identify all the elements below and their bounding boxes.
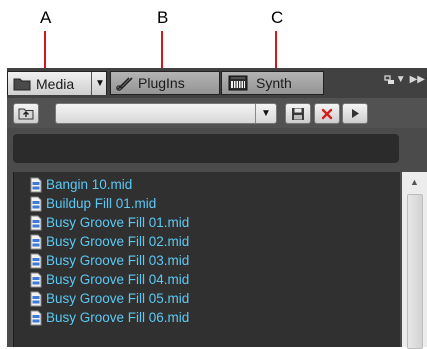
midi-file-icon (30, 253, 42, 268)
list-item[interactable]: Busy Groove Fill 05.mid (29, 289, 189, 308)
midi-file-icon (30, 291, 42, 306)
midi-file-icon (30, 310, 42, 325)
tab-media[interactable]: Media ▼ (7, 71, 107, 95)
midi-file-icon (30, 196, 42, 211)
file-name: Busy Groove Fill 01.mid (46, 215, 190, 230)
file-list[interactable]: Bangin 10.mid Buildup Fill 01.mid Busy G… (13, 172, 400, 347)
callout-a-label: A (40, 8, 52, 27)
file-name: Busy Groove Fill 02.mid (46, 234, 190, 249)
list-item[interactable]: Busy Groove Fill 06.mid (29, 308, 189, 327)
midi-file-icon (30, 234, 42, 249)
file-name: Busy Groove Fill 03.mid (46, 253, 190, 268)
overflow-arrows-icon: ▶▶ (409, 74, 425, 85)
midi-file-icon (30, 215, 42, 230)
tab-plugins[interactable]: PlugIns (110, 71, 220, 95)
browser-toolbar: ▼ (7, 98, 427, 128)
content-location-value (56, 106, 60, 120)
path-field (13, 134, 399, 163)
midi-file-icon (30, 177, 42, 192)
chevron-down-icon: ▼ (395, 74, 406, 85)
list-item[interactable]: Busy Groove Fill 04.mid (29, 270, 189, 289)
midi-file-icon (30, 272, 42, 287)
list-item[interactable]: Bangin 10.mid (29, 175, 132, 194)
scroll-up-icon[interactable]: ▲ (402, 174, 427, 190)
list-item[interactable]: Busy Groove Fill 01.mid (29, 213, 189, 232)
file-name: Bangin 10.mid (46, 177, 133, 192)
file-name: Busy Groove Fill 04.mid (46, 272, 190, 287)
list-item[interactable]: Buildup Fill 01.mid (29, 194, 156, 213)
folder-icon (13, 78, 31, 90)
tab-plugins-label: PlugIns (138, 75, 185, 91)
tab-synth[interactable]: Synth (221, 71, 324, 95)
tab-synth-label: Synth (256, 75, 292, 91)
close-icon (321, 108, 333, 119)
content-location-dropdown[interactable]: ▼ (55, 103, 277, 124)
up-folder-button[interactable] (13, 103, 39, 124)
play-icon (352, 109, 359, 118)
up-folder-icon (18, 108, 34, 120)
chevron-down-icon[interactable]: ▼ (91, 72, 108, 95)
list-item[interactable]: Busy Groove Fill 02.mid (29, 232, 189, 251)
chevron-down-icon: ▼ (255, 104, 276, 123)
scroll-thumb[interactable] (407, 194, 423, 349)
callout-b-label: B (157, 8, 169, 27)
keyboard-icon (228, 75, 248, 91)
tab-media-label: Media (36, 75, 75, 92)
play-button[interactable] (342, 103, 368, 124)
save-icon (292, 107, 304, 120)
file-list-scrollbar[interactable]: ▲ (402, 172, 427, 349)
plugin-icon (116, 77, 133, 91)
delete-button[interactable] (314, 103, 340, 124)
file-name: Busy Groove Fill 05.mid (46, 291, 190, 306)
file-name: Busy Groove Fill 06.mid (46, 310, 190, 325)
dock-icon (384, 74, 394, 84)
list-item[interactable]: Busy Groove Fill 03.mid (29, 251, 189, 270)
save-button[interactable] (285, 103, 311, 124)
tab-bar: Media ▼ PlugIns Synth ▼ ▶▶ (7, 68, 427, 98)
file-name: Buildup Fill 01.mid (46, 196, 157, 211)
callout-c-label: C (271, 8, 284, 27)
panel-menu-button[interactable]: ▼ ▶▶ (384, 74, 425, 85)
browser-panel: Media ▼ PlugIns Synth ▼ ▶▶ ▼ Bangin 10.m… (7, 68, 427, 349)
